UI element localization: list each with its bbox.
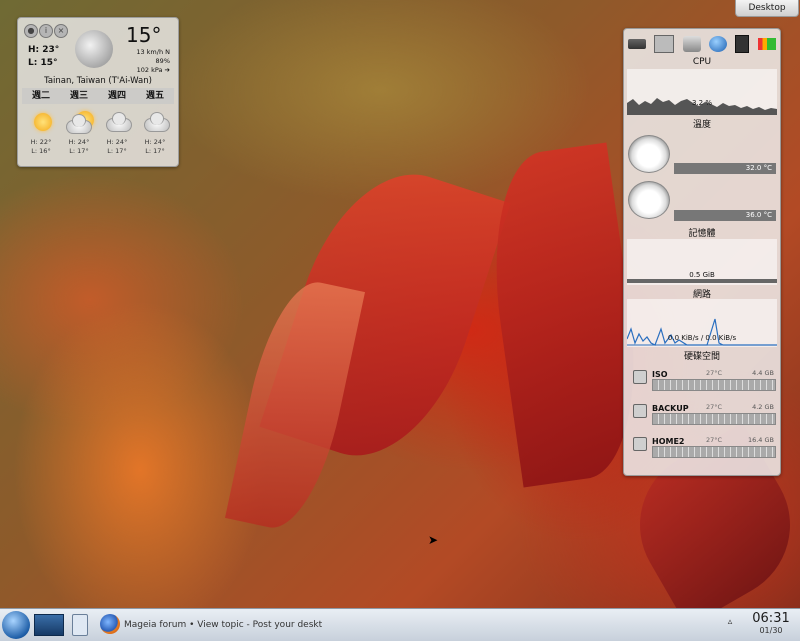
temperature-gauge (628, 181, 670, 219)
temperature-icon[interactable] (682, 36, 701, 52)
disk-usage-bar (652, 446, 776, 458)
forecast-temp: H: 24° L: 17° (144, 138, 166, 155)
forecast-temps: H: 22° L: 16° H: 24° L: 17° H: 24° L: 17° H… (22, 138, 174, 156)
temperature-bar: 36.0 °C (674, 210, 776, 221)
cpu-title: CPU (692, 57, 712, 67)
cloud-icon (106, 112, 132, 132)
humidity: 89% (155, 57, 170, 65)
wind-speed: 13 km/h N (136, 48, 170, 56)
notes-icon[interactable] (72, 614, 88, 636)
disk-usage-bar (652, 413, 776, 425)
clock-time: 06:31 (752, 611, 790, 626)
task-item-firefox[interactable]: Mageia forum • View topic - Post your de… (124, 613, 334, 637)
memory-bar (627, 279, 777, 283)
taskbar: Mageia forum • View topic - Post your de… (0, 608, 800, 641)
disk-temperature: 27°C (706, 369, 723, 377)
disk-size: 4.2 GB (752, 403, 774, 411)
forecast-icon-cell (136, 110, 174, 136)
network-graph: 0.0 KiB/s / 0.0 KiB/s (626, 299, 777, 347)
disk-usage-bar (652, 379, 776, 391)
current-temperature: 15° (126, 23, 162, 47)
desktop-button[interactable]: Desktop (735, 0, 799, 17)
clock-date: 01/30 (759, 626, 783, 635)
hard-disk-icon (633, 370, 647, 384)
clock[interactable]: 06:31 01/30 (744, 611, 798, 635)
network-value: 0.0 KiB/s / 0.0 KiB/s (667, 334, 737, 342)
forecast-icons (22, 110, 174, 136)
hard-disk-icon (633, 437, 647, 451)
partly-cloudy-icon (66, 114, 92, 134)
forecast-day: 週三 (69, 91, 88, 101)
cpu-graph: 3.2 % (627, 69, 777, 115)
memory-value: 0.5 GiB (689, 271, 715, 279)
today-high: H: 23° (28, 45, 60, 55)
disk-name: ISO (652, 370, 668, 379)
signal-strength-icon[interactable] (757, 38, 776, 50)
settings-icon[interactable]: i (39, 24, 53, 38)
memory-icon[interactable] (654, 35, 675, 53)
disk-size: 16.4 GB (747, 436, 774, 444)
forecast-temp: H: 24° L: 17° (68, 138, 90, 155)
cloud-icon (144, 112, 170, 132)
mouse-cursor-icon: ➤ (428, 533, 439, 547)
moon-icon (75, 30, 113, 68)
disk-temperature: 27°C (706, 436, 723, 444)
forecast-icon-cell (98, 110, 136, 136)
cpu-value: 3.2 % (691, 99, 712, 107)
system-monitor-widget: CPU 3.2 % 溫度 32.0 °C 36.0 °C 記憶體 0.5 GiB… (623, 28, 781, 476)
monitor-toolbar (624, 34, 780, 54)
forecast-day: 週四 (107, 91, 126, 101)
forecast-temp: H: 24° L: 17° (106, 138, 128, 155)
show-desktop-icon[interactable] (34, 614, 64, 636)
sun-icon (34, 113, 52, 131)
forecast-days: 週二 週三 週四 週五 (22, 88, 174, 104)
firefox-icon[interactable] (100, 614, 120, 634)
hard-disk-icon (633, 404, 647, 418)
cpu-graph-svg (627, 98, 777, 115)
disk-space-title: 硬碟空間 (683, 352, 720, 362)
disk-name: BACKUP (652, 404, 689, 413)
network-globe-icon[interactable] (709, 36, 728, 52)
cpu-icon[interactable] (735, 35, 750, 53)
system-tray-toggle-icon[interactable]: ▵ (724, 617, 736, 633)
temperature-title: 溫度 (692, 120, 711, 130)
temperature-bar: 32.0 °C (674, 163, 776, 174)
resize-icon[interactable]: × (54, 24, 68, 38)
today-low: L: 15° (28, 58, 58, 68)
hard-disk-icon[interactable] (628, 39, 647, 49)
disk-name: HOME2 (652, 437, 685, 446)
temperature-gauge (628, 135, 670, 173)
close-icon[interactable]: ● (24, 24, 38, 38)
location-label: Tainan, Taiwan (T'Ai-Wan) (44, 76, 152, 86)
forecast-day: 週五 (145, 91, 164, 101)
disk-temperature: 27°C (706, 403, 723, 411)
forecast-day: 週二 (31, 91, 50, 101)
weather-widget: ● i × 15° H: 23° L: 15° 13 km/h N 89% 10… (17, 17, 179, 167)
application-launcher-icon[interactable] (2, 611, 30, 639)
disk-size: 4.4 GB (752, 369, 774, 377)
pressure: 102 kPa ➔ (136, 66, 170, 74)
forecast-icon-cell (60, 110, 98, 136)
forecast-icon-cell (22, 110, 60, 136)
forecast-temp: H: 22° L: 16° (30, 138, 52, 155)
memory-title: 記憶體 (688, 229, 716, 239)
